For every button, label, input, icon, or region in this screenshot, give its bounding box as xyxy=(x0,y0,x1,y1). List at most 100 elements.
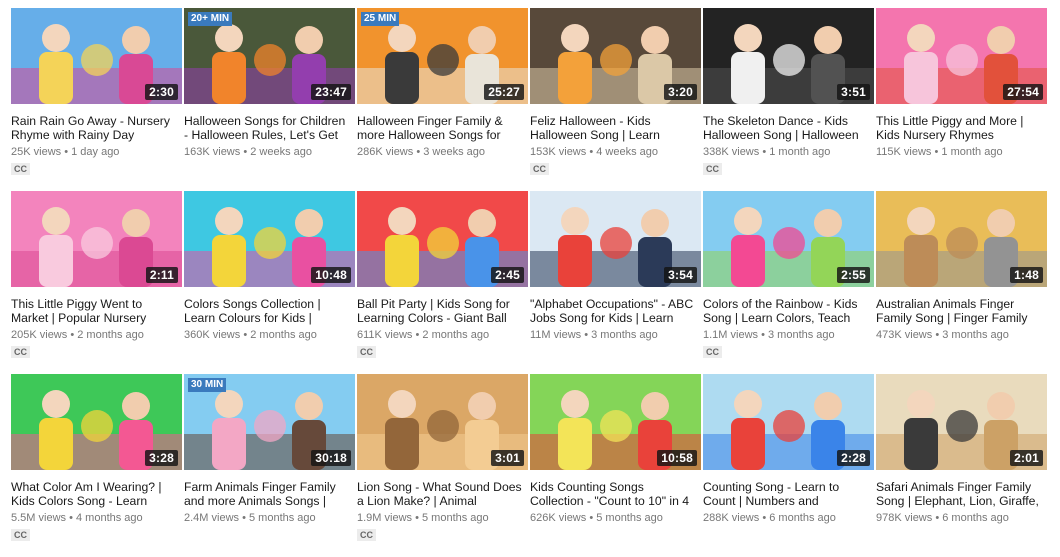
video-thumbnail[interactable]: 2:28 xyxy=(703,374,874,470)
video-thumbnail[interactable]: 3:51 xyxy=(703,8,874,104)
video-card[interactable]: 10:58 Kids Counting Songs Collection - "C… xyxy=(530,374,701,557)
video-card[interactable]: 2:01 Safari Animals Finger Family Song | … xyxy=(876,374,1047,557)
video-thumbnail[interactable]: 20+ MIN 23:47 xyxy=(184,8,355,104)
view-count: 611K views xyxy=(357,329,413,341)
video-thumbnail[interactable]: 3:54 xyxy=(530,191,701,287)
meta-separator: • xyxy=(240,329,251,341)
video-row: 2:30 Rain Rain Go Away - Nursery Rhyme wi… xyxy=(11,8,1051,191)
video-title[interactable]: Colors of the Rainbow - Kids Song | Lear… xyxy=(703,298,868,325)
video-card[interactable]: 25 MIN 25:27 Halloween Finger Family & mor… xyxy=(357,8,528,191)
upload-age: 4 weeks ago xyxy=(596,146,658,158)
meta-separator: • xyxy=(586,146,597,158)
video-thumbnail[interactable]: 25 MIN 25:27 xyxy=(357,8,528,104)
video-title[interactable]: What Color Am I Wearing? | Kids Colors S… xyxy=(11,481,176,508)
upload-age: 4 months ago xyxy=(76,512,143,524)
video-card[interactable]: 3:54 "Alphabet Occupations" - ABC Jobs So… xyxy=(530,191,701,374)
video-title[interactable]: This Little Piggy and More | Kids Nurser… xyxy=(876,115,1041,142)
view-count: 473K views xyxy=(876,329,933,341)
video-card[interactable]: 3:28 What Color Am I Wearing? | Kids Colo… xyxy=(11,374,182,557)
video-meta: 1.9M views • 5 months ago xyxy=(357,512,528,525)
video-title[interactable]: Kids Counting Songs Collection - "Count … xyxy=(530,481,695,508)
video-meta: 115K views • 1 month ago xyxy=(876,146,1047,159)
closed-captions-badge: CC xyxy=(357,346,376,358)
video-title[interactable]: Halloween Songs for Children - Halloween… xyxy=(184,115,349,142)
view-count: 25K views xyxy=(11,146,62,158)
video-duration: 25:27 xyxy=(484,84,524,100)
video-thumbnail[interactable]: 10:48 xyxy=(184,191,355,287)
video-thumbnail[interactable]: 1:48 xyxy=(876,191,1047,287)
view-count: 288K views xyxy=(703,512,760,524)
meta-separator: • xyxy=(932,329,943,341)
video-title[interactable]: Ball Pit Party | Kids Song for Learning … xyxy=(357,298,522,325)
length-badge: 25 MIN xyxy=(361,12,400,26)
video-card[interactable]: 2:28 Counting Song - Learn to Count | Num… xyxy=(703,374,874,557)
video-card[interactable]: 2:30 Rain Rain Go Away - Nursery Rhyme wi… xyxy=(11,8,182,191)
view-count: 626K views xyxy=(530,512,587,524)
video-thumbnail[interactable]: 27:54 xyxy=(876,8,1047,104)
video-title[interactable]: Feliz Halloween - Kids Halloween Song | … xyxy=(530,115,695,142)
video-card[interactable]: 27:54 This Little Piggy and More | Kids N… xyxy=(876,8,1047,191)
meta-separator: • xyxy=(759,146,770,158)
video-duration: 3:20 xyxy=(664,84,697,100)
video-title[interactable]: Farm Animals Finger Family and more Anim… xyxy=(184,481,349,508)
video-card[interactable]: 2:55 Colors of the Rainbow - Kids Song | … xyxy=(703,191,874,374)
video-duration: 3:51 xyxy=(837,84,870,100)
video-thumbnail[interactable]: 2:55 xyxy=(703,191,874,287)
video-meta: 5.5M views • 4 months ago xyxy=(11,512,182,525)
video-meta: 338K views • 1 month ago xyxy=(703,146,874,159)
video-thumbnail[interactable]: 2:11 xyxy=(11,191,182,287)
video-card[interactable]: 10:48 Colors Songs Collection | Learn Col… xyxy=(184,191,355,374)
video-card[interactable]: 3:51 The Skeleton Dance - Kids Halloween … xyxy=(703,8,874,191)
view-count: 978K views xyxy=(876,512,933,524)
video-card[interactable]: 30 MIN 30:18 Farm Animals Finger Family an… xyxy=(184,374,355,557)
meta-separator: • xyxy=(66,512,76,524)
video-title[interactable]: "Alphabet Occupations" - ABC Jobs Song f… xyxy=(530,298,695,325)
video-thumbnail[interactable]: 3:28 xyxy=(11,374,182,470)
length-badge: 20+ MIN xyxy=(188,12,233,26)
video-thumbnail[interactable]: 3:01 xyxy=(357,374,528,470)
meta-separator: • xyxy=(932,512,943,524)
video-card[interactable]: 2:11 This Little Piggy Went to Market | P… xyxy=(11,191,182,374)
video-row: 2:11 This Little Piggy Went to Market | P… xyxy=(11,191,1051,374)
upload-age: 3 months ago xyxy=(591,329,658,341)
meta-separator: • xyxy=(67,329,78,341)
video-thumbnail[interactable]: 2:01 xyxy=(876,374,1047,470)
video-thumbnail[interactable]: 2:30 xyxy=(11,8,182,104)
view-count: 2.4M views xyxy=(184,512,240,524)
meta-separator: • xyxy=(413,146,424,158)
video-title[interactable]: Safari Animals Finger Family Song | Elep… xyxy=(876,481,1041,508)
video-title[interactable]: Lion Song - What Sound Does a Lion Make?… xyxy=(357,481,522,508)
video-card[interactable]: 3:01 Lion Song - What Sound Does a Lion M… xyxy=(357,374,528,557)
video-thumbnail[interactable]: 30 MIN 30:18 xyxy=(184,374,355,470)
video-title[interactable]: The Skeleton Dance - Kids Halloween Song… xyxy=(703,115,868,142)
upload-age: 1 month ago xyxy=(941,146,1003,158)
video-meta: 626K views • 5 months ago xyxy=(530,512,701,525)
upload-age: 2 weeks ago xyxy=(250,146,312,158)
video-meta: 978K views • 6 months ago xyxy=(876,512,1047,525)
meta-separator: • xyxy=(759,512,770,524)
upload-age: 3 months ago xyxy=(942,329,1009,341)
video-meta: 286K views • 3 weeks ago xyxy=(357,146,528,159)
video-meta: 2.4M views • 5 months ago xyxy=(184,512,355,525)
video-card[interactable]: 2:45 Ball Pit Party | Kids Song for Learn… xyxy=(357,191,528,374)
video-title[interactable]: Halloween Finger Family & more Halloween… xyxy=(357,115,522,142)
video-card[interactable]: 1:48 Australian Animals Finger Family Son… xyxy=(876,191,1047,374)
video-thumbnail[interactable]: 10:58 xyxy=(530,374,701,470)
video-thumbnail[interactable]: 2:45 xyxy=(357,191,528,287)
video-thumbnail[interactable]: 3:20 xyxy=(530,8,701,104)
closed-captions-badge: CC xyxy=(703,163,722,175)
video-card[interactable]: 20+ MIN 23:47 Halloween Songs for Children… xyxy=(184,8,355,191)
video-meta: 25K views • 1 day ago xyxy=(11,146,182,159)
video-title[interactable]: Australian Animals Finger Family Song | … xyxy=(876,298,1041,325)
video-duration: 3:54 xyxy=(664,267,697,283)
video-title[interactable]: Rain Rain Go Away - Nursery Rhyme with R… xyxy=(11,115,176,142)
upload-age: 5 months ago xyxy=(249,512,316,524)
view-count: 360K views xyxy=(184,329,241,341)
video-title[interactable]: This Little Piggy Went to Market | Popul… xyxy=(11,298,176,325)
video-duration: 10:48 xyxy=(311,267,351,283)
view-count: 5.5M views xyxy=(11,512,67,524)
video-card[interactable]: 3:20 Feliz Halloween - Kids Halloween Son… xyxy=(530,8,701,191)
video-title[interactable]: Colors Songs Collection | Learn Colours … xyxy=(184,298,349,325)
video-title[interactable]: Counting Song - Learn to Count | Numbers… xyxy=(703,481,868,508)
video-duration: 3:01 xyxy=(491,450,524,466)
